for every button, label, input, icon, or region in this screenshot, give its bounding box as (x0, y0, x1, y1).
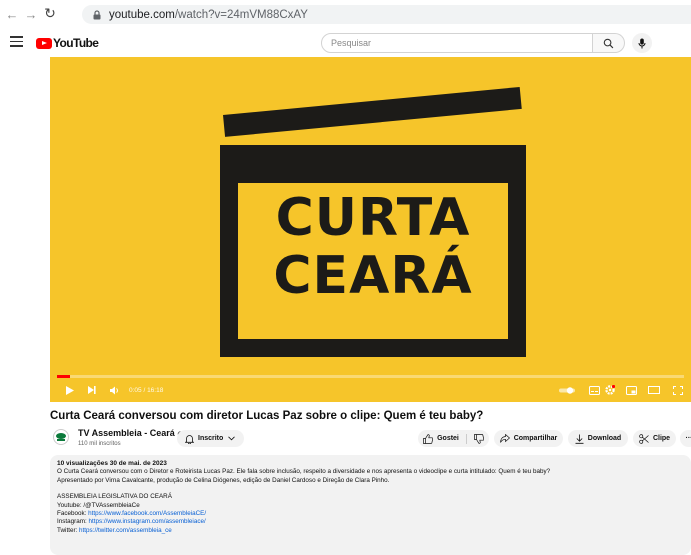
theater-mode-button[interactable] (647, 383, 661, 397)
channel-name-row[interactable]: TV Assembleia - Ceará ⊕ (78, 428, 183, 438)
browser-toolbar: ← → ↻ youtube.com/watch?v=24mVM88CxAY (0, 0, 691, 28)
volume-button[interactable] (108, 383, 122, 397)
description-box[interactable]: 10 visualizações 30 de mai. de 2023 O Cu… (50, 455, 691, 555)
description-line: O Curta Ceará conversou com o Diretor e … (57, 468, 551, 476)
search-input[interactable]: Pesquisar (321, 33, 593, 53)
miniplayer-icon (625, 385, 637, 395)
instagram-label: Instagram: (57, 518, 89, 526)
dislike-button[interactable] (467, 433, 484, 444)
progress-bar-fill (57, 375, 70, 378)
lock-icon (93, 9, 101, 19)
subtitles-icon (588, 385, 600, 395)
autoplay-icon (559, 386, 575, 394)
twitter-link[interactable]: https://twitter.com/assembleia_ce (79, 527, 172, 534)
clapperboard-hinge (220, 145, 526, 165)
microphone-icon (638, 38, 646, 48)
thumbs-up-icon (423, 433, 434, 444)
facebook-link[interactable]: https://www.facebook.com/AssembleiaCE/ (88, 510, 206, 517)
twitter-label: Twitter: (57, 526, 80, 534)
back-arrow-icon[interactable]: ← (3, 5, 21, 23)
channel-avatar[interactable] (53, 429, 69, 445)
youtube-handle: Youtube: /@TVAssembleiaCe (57, 501, 140, 509)
view-count-date: 10 visualizações 30 de mai. de 2023 (57, 460, 167, 467)
chevron-down-icon (228, 436, 236, 441)
voice-search-button[interactable] (632, 33, 652, 53)
youtube-play-icon (36, 37, 52, 49)
gear-icon (605, 385, 615, 395)
facebook-row: Facebook: https://www.facebook.com/Assem… (57, 510, 684, 518)
instagram-link[interactable]: https://www.instagram.com/assembleiace/ (89, 518, 206, 525)
play-icon (66, 385, 74, 395)
instagram-row: Instagram: https://www.instagram.com/ass… (57, 518, 684, 526)
url-host: youtube.com (109, 8, 175, 21)
more-actions-button[interactable]: ··· (680, 430, 691, 447)
subtitles-button[interactable] (587, 383, 601, 397)
thumbs-down-icon (474, 433, 484, 444)
youtube-logo[interactable]: YouTube (36, 36, 99, 50)
settings-button[interactable] (603, 383, 617, 397)
facebook-label: Facebook: (57, 510, 89, 518)
progress-bar[interactable] (57, 375, 684, 378)
like-button[interactable]: Gostei (423, 433, 467, 444)
share-label: Compartilhar (513, 435, 558, 442)
bell-icon (185, 434, 194, 444)
next-button[interactable] (86, 383, 98, 397)
channel-name[interactable]: TV Assembleia - Ceará (78, 428, 175, 438)
play-button[interactable] (64, 383, 76, 397)
scissors-icon (639, 433, 649, 444)
hamburger-menu-icon[interactable] (10, 36, 23, 48)
volume-icon (110, 386, 118, 394)
forward-arrow-icon[interactable]: → (22, 5, 40, 23)
clip-label: Clipe (652, 435, 671, 442)
organization-name: ASSEMBLEIA LEGISLATIVA DO CEARÁ (57, 493, 172, 501)
video-title: Curta Ceará conversou com diretor Lucas … (50, 410, 484, 422)
video-player[interactable]: CURTA CEARÁ 0:05 / 16:18 (50, 57, 691, 402)
logo-text: YouTube (53, 36, 99, 50)
fullscreen-icon (673, 385, 683, 395)
clapperboard-top (223, 86, 522, 137)
download-button[interactable]: Download (568, 430, 628, 447)
thumbnail-title-line2: CEARÁ (273, 246, 473, 306)
more-icon: ··· (685, 435, 691, 442)
theater-icon (648, 386, 660, 394)
search-button[interactable] (593, 33, 625, 53)
clapperboard-board: CURTA CEARÁ (220, 165, 526, 357)
download-label: Download (587, 435, 622, 442)
clip-button[interactable]: Clipe (633, 430, 676, 447)
autoplay-toggle[interactable] (558, 383, 576, 397)
url-path: /watch?v=24mVM88CxAY (174, 8, 308, 21)
share-icon (499, 434, 510, 443)
like-label: Gostei (437, 435, 459, 442)
like-dislike-group: Gostei (418, 430, 489, 447)
player-controls: 0:05 / 16:18 (50, 379, 691, 401)
address-bar[interactable]: youtube.com/watch?v=24mVM88CxAY (82, 5, 691, 24)
subscribed-label: Inscrito (198, 435, 224, 442)
download-icon (575, 434, 584, 444)
reload-icon[interactable]: ↻ (41, 4, 59, 22)
fullscreen-button[interactable] (671, 383, 685, 397)
description-line: Apresentado por Virna Cavalcante, produç… (57, 476, 390, 484)
miniplayer-button[interactable] (624, 383, 638, 397)
share-button[interactable]: Compartilhar (494, 430, 563, 447)
subscriber-count: 110 mil inscritos (78, 441, 121, 447)
next-icon (88, 386, 96, 394)
time-display: 0:05 / 16:18 (129, 387, 164, 394)
subscribed-button[interactable]: Inscrito (177, 430, 244, 447)
search-icon (603, 38, 614, 48)
twitter-row: Twitter: https://twitter.com/assembleia_… (57, 527, 684, 535)
thumbnail-title-line1: CURTA (275, 188, 471, 248)
search-placeholder: Pesquisar (331, 38, 372, 48)
